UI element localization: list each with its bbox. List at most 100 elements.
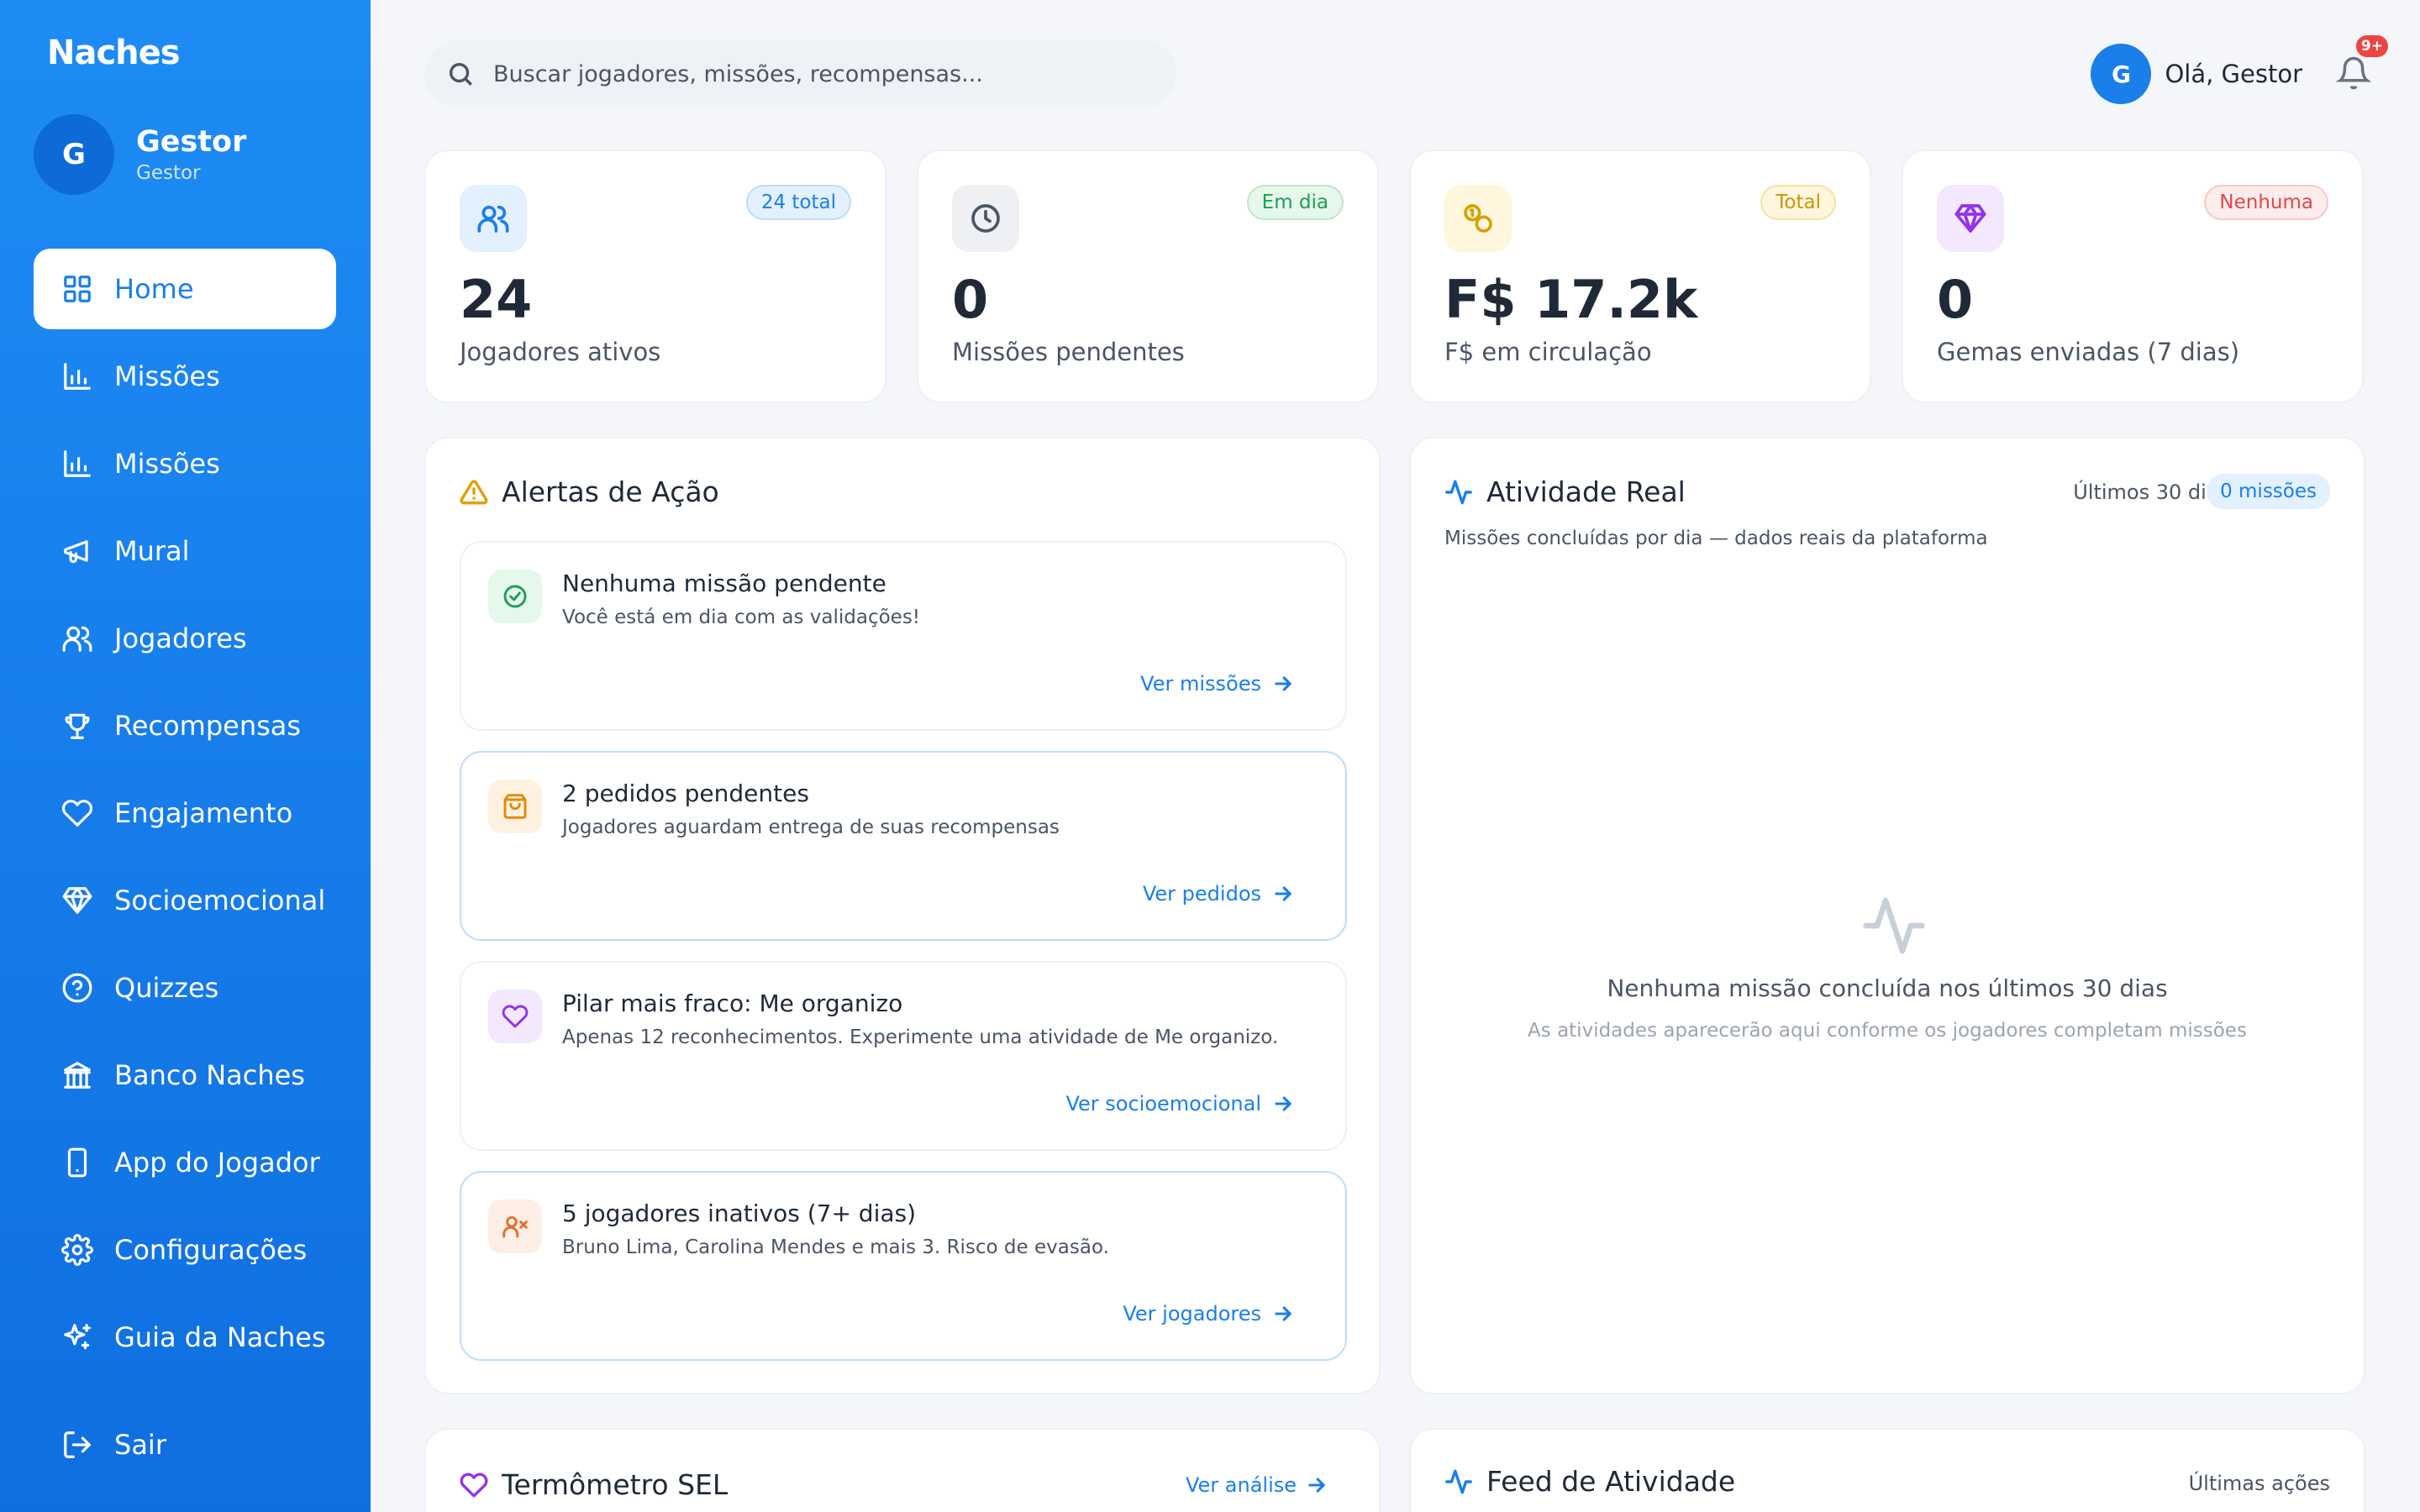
sidebar-item-label: Mural [114,535,190,567]
user-greeting: Olá, Gestor [2165,60,2302,88]
alert-card: 2 pedidos pendentes Jogadores aguardam e… [460,751,1347,941]
alert-description: Jogadores aguardam entrega de suas recom… [562,816,1060,838]
sidebar-item-label: Socioemocional [114,885,326,916]
shopping-bag-icon [488,780,542,833]
sidebar-item-engajamento[interactable]: Engajamento [34,773,336,853]
search-input[interactable] [493,60,1149,87]
notifications-button[interactable]: 9+ [2335,35,2388,92]
heart-icon [460,1473,488,1497]
sidebar: Naches G Gestor Gestor Home Missões Miss… [0,0,371,1512]
ver-pedidos-link[interactable]: Ver pedidos [1143,882,1295,906]
stat-card-jogadores: 24 total 24 Jogadores ativos [424,150,886,403]
notification-badge: 9+ [2355,35,2388,57]
sidebar-nav: Home Missões Missões Mural Jogadores Rec… [34,249,336,1384]
stat-label: Gemas enviadas (7 dias) [1937,338,2240,366]
sidebar-item-app-do-jogador[interactable]: App do Jogador [34,1122,336,1203]
alert-description: Apenas 12 reconhecimentos. Experimente u… [562,1026,1279,1048]
logout-button[interactable]: Sair [34,1404,336,1485]
activity-panel: Atividade Real Últimos 30 dias 0 missões… [1409,437,2365,1394]
activity-icon [1445,480,1472,504]
feed-range: Últimas ações [2188,1472,2330,1495]
sidebar-item-label: Guia da Naches [114,1321,326,1353]
feed-panel: Feed de Atividade Últimas ações [1409,1428,2365,1512]
sidebar-item-label: Jogadores [114,622,247,654]
ver-missoes-link[interactable]: Ver missões [1140,672,1295,696]
bank-icon [60,1058,94,1092]
alert-title: 5 jogadores inativos (7+ dias) [562,1200,917,1227]
alert-card: Nenhuma missão pendente Você está em dia… [460,541,1347,731]
heart-icon [60,796,94,830]
bar-chart-icon [60,360,94,393]
ver-socioemocional-link[interactable]: Ver socioemocional [1065,1092,1295,1116]
alert-card: Pilar mais fraco: Me organizo Apenas 12 … [460,961,1347,1151]
sidebar-item-missoes-2[interactable]: Missões [34,423,336,504]
gem-icon [1937,185,2004,252]
sidebar-item-label: Home [114,273,194,305]
thermometer-panel: Termômetro SEL Ver análise [424,1428,1381,1512]
status-badge: Nenhuma [2204,185,2328,220]
stat-card-gemas: Nenhuma 0 Gemas enviadas (7 dias) [1902,150,2364,403]
panel-title: Termômetro SEL [460,1468,728,1501]
brand-logo[interactable]: Naches [47,34,181,72]
avatar[interactable]: G [34,114,114,195]
sidebar-item-label: Banco Naches [114,1059,305,1091]
warning-icon [460,480,488,504]
sidebar-item-label: App do Jogador [114,1147,320,1179]
activity-icon [1445,1469,1472,1494]
bar-chart-icon [60,447,94,480]
profile-name: Gestor [136,125,247,159]
logout-label: Sair [114,1429,166,1461]
sidebar-item-missoes[interactable]: Missões [34,336,336,417]
sidebar-item-socioemocional[interactable]: Socioemocional [34,860,336,941]
panel-title: Alertas de Ação [460,475,719,508]
arrow-right-icon [1275,886,1292,901]
panel-title: Feed de Atividade [1444,1465,1735,1498]
sidebar-item-home[interactable]: Home [34,249,336,329]
sidebar-item-label: Engajamento [114,797,293,829]
ver-jogadores-link[interactable]: Ver jogadores [1123,1302,1295,1326]
alert-description: Você está em dia com as validações! [562,606,921,628]
activity-icon [1860,892,1928,959]
sparkles-icon [60,1320,94,1354]
user-avatar[interactable]: G [2091,44,2152,104]
search-bar[interactable] [424,40,1176,108]
activity-subtitle: Missões concluídas por dia — dados reais… [1444,528,1988,549]
stat-card-missoes: Em dia 0 Missões pendentes [917,150,1379,403]
status-badge: Total [1760,185,1836,220]
arrow-right-icon [1308,1478,1325,1493]
panel-title: Atividade Real [1444,475,1686,508]
empty-state-description: As atividades aparecerão aqui conforme o… [1528,1020,2247,1042]
alert-card: 5 jogadores inativos (7+ dias) Bruno Lim… [460,1171,1347,1361]
sidebar-item-configuracoes[interactable]: Configurações [34,1210,336,1290]
sidebar-item-mural[interactable]: Mural [34,511,336,591]
user-x-icon [488,1200,542,1253]
megaphone-icon [60,534,94,568]
sidebar-item-label: Configurações [114,1234,308,1266]
ver-analise-link[interactable]: Ver análise [1186,1473,1328,1497]
stat-label: F$ em circulação [1444,338,1652,366]
coins-icon [1444,185,1512,252]
trophy-icon [60,709,94,743]
sidebar-item-jogadores[interactable]: Jogadores [34,598,336,679]
alert-description: Bruno Lima, Carolina Mendes e mais 3. Ri… [562,1236,1109,1258]
help-circle-icon [60,971,94,1005]
logout-section: Sair [34,1404,336,1492]
sidebar-item-quizzes[interactable]: Quizzes [34,948,336,1028]
alert-title: 2 pedidos pendentes [562,780,809,807]
settings-icon [60,1233,94,1267]
stat-value: 0 [952,269,989,330]
empty-state-title: Nenhuma missão concluída nos últimos 30 … [1607,974,2168,1002]
sidebar-item-guia-da-naches[interactable]: Guia da Naches [34,1297,336,1378]
arrow-right-icon [1275,1306,1292,1321]
sidebar-profile: G Gestor Gestor [34,114,246,195]
sidebar-item-label: Recompensas [114,710,302,742]
sidebar-item-label: Missões [114,360,220,392]
clock-icon [952,185,1019,252]
bell-icon [2335,56,2372,90]
sidebar-item-recompensas[interactable]: Recompensas [34,685,336,766]
arrow-right-icon [1275,676,1292,691]
sidebar-item-banco-naches[interactable]: Banco Naches [34,1035,336,1116]
stat-card-circulacao: Total F$ 17.2k F$ em circulação [1409,150,1871,403]
search-icon [449,62,472,86]
grid-icon [60,272,94,306]
